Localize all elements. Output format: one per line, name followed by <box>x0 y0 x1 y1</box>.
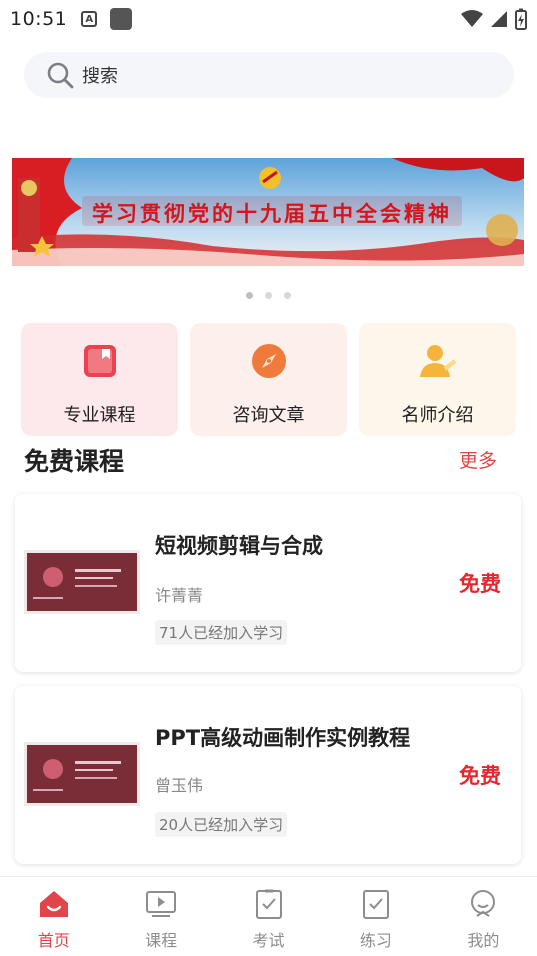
search-bar[interactable]: 搜索 <box>24 52 514 98</box>
video-icon <box>146 891 177 917</box>
course-thumbnail <box>24 742 140 806</box>
course-title: PPT高级动画制作实例教程 <box>155 726 411 750</box>
course-title: 短视频剪辑与合成 <box>155 534 323 558</box>
wifi-icon <box>461 10 483 27</box>
carousel-dot[interactable] <box>284 292 291 299</box>
nav-courses[interactable]: 课程 <box>107 877 214 956</box>
nav-label: 课程 <box>145 931 178 950</box>
course-teacher: 曾玉伟 <box>155 776 204 795</box>
course-enrollment: 20人已经加入学习 <box>155 812 288 837</box>
teacher-icon <box>419 345 456 377</box>
notification-a-icon: A <box>81 11 98 27</box>
category-label: 咨询文章 <box>232 405 305 426</box>
nav-label: 首页 <box>37 931 70 950</box>
category-label: 名师介绍 <box>401 405 474 426</box>
course-enrollment: 71人已经加入学习 <box>155 620 288 645</box>
home-icon <box>39 891 68 917</box>
carousel-dot[interactable] <box>246 292 253 299</box>
more-link[interactable]: 更多 <box>459 446 497 473</box>
course-price: 免费 <box>459 764 501 788</box>
search-icon <box>47 62 74 89</box>
carousel-indicator <box>0 292 537 299</box>
signal-icon <box>491 11 507 27</box>
carousel-dot[interactable] <box>265 292 272 299</box>
banner-text: 学习贯彻党的十九届五中全会精神 <box>92 201 452 226</box>
category-label: 专业课程 <box>63 405 136 426</box>
course-card[interactable]: PPT高级动画制作实例教程 曾玉伟 20人已经加入学习 免费 <box>15 686 521 864</box>
status-time: 10:51 <box>10 8 68 30</box>
status-icons <box>461 8 527 30</box>
profile-icon <box>471 890 496 917</box>
category-consulting-articles[interactable]: 咨询文章 <box>190 323 347 436</box>
status-bar: 10:51 A <box>0 0 537 38</box>
nav-label: 我的 <box>467 931 500 950</box>
nav-exam[interactable]: 考试 <box>215 877 322 956</box>
course-thumbnail <box>24 550 140 614</box>
nav-profile[interactable]: 我的 <box>430 877 537 956</box>
promo-banner[interactable]: 学习贯彻党的十九届五中全会精神 <box>12 158 524 266</box>
exam-icon <box>255 889 282 919</box>
course-card[interactable]: 短视频剪辑与合成 许菁菁 71人已经加入学习 免费 <box>15 494 521 672</box>
practice-icon <box>362 890 389 919</box>
category-teacher-intro[interactable]: 名师介绍 <box>359 323 516 436</box>
nav-home[interactable]: 首页 <box>0 877 107 956</box>
nav-practice[interactable]: 练习 <box>322 877 429 956</box>
book-icon <box>83 345 116 377</box>
bottom-navigation: 首页 课程 考试 练习 我的 <box>0 876 537 956</box>
nav-label: 考试 <box>252 931 285 950</box>
search-placeholder: 搜索 <box>82 66 118 87</box>
section-title: 免费课程 <box>24 447 125 476</box>
course-teacher: 许菁菁 <box>155 586 204 605</box>
notification-app-icon <box>110 8 133 30</box>
category-professional-courses[interactable]: 专业课程 <box>21 323 178 436</box>
battery-icon <box>515 8 527 30</box>
nav-label: 练习 <box>359 931 392 950</box>
compass-icon <box>251 344 286 378</box>
course-price: 免费 <box>459 572 501 596</box>
category-grid: 专业课程 咨询文章 名师介绍 <box>21 323 516 436</box>
